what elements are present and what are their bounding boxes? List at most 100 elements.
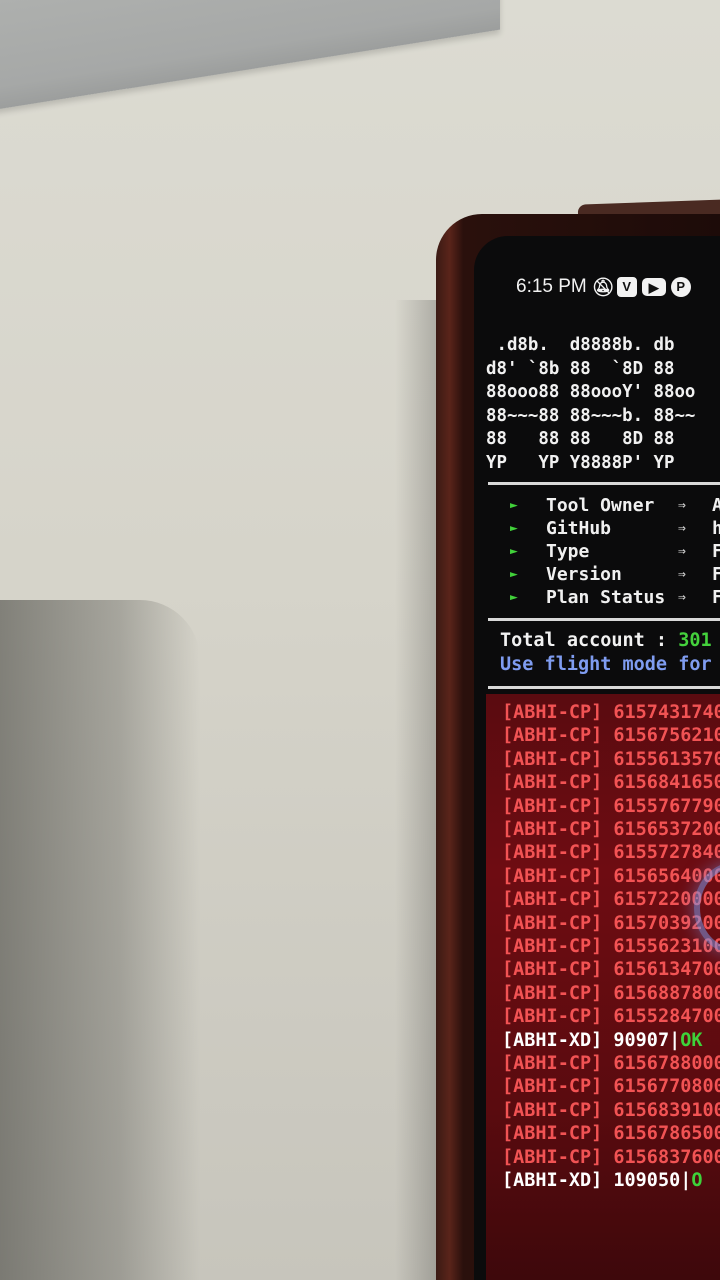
info-value: F bbox=[712, 564, 720, 585]
info-label: GitHub bbox=[546, 518, 612, 539]
log-separator: | bbox=[680, 1170, 692, 1191]
info-row: ► GitHub ⇒ h bbox=[510, 517, 720, 540]
log-tag: [ABHI-CP] bbox=[502, 1006, 614, 1028]
ascii-banner: .d8b. d8888b. db d8' `8b 88 `8D 88 88ooo… bbox=[486, 335, 696, 473]
arrow-icon: ► bbox=[510, 521, 518, 536]
total-count: 301 bbox=[678, 630, 712, 651]
log-line: [ABHI-CP] 6157220000 bbox=[502, 889, 720, 913]
info-label: Tool Owner bbox=[546, 495, 655, 516]
log-line: [ABHI-CP] 6155284700 bbox=[502, 1006, 720, 1030]
arrow-icon: ► bbox=[510, 567, 518, 582]
log-tag: [ABHI-CP] bbox=[502, 795, 614, 817]
log-id: 6156134700 bbox=[613, 959, 720, 981]
info-row: ► Tool Owner ⇒ A bbox=[510, 494, 720, 517]
total-account-line: Total account : 301 bbox=[500, 630, 712, 651]
log-line: [ABHI-CP] 6155623100 bbox=[502, 936, 720, 960]
cast-shadow bbox=[0, 600, 200, 1280]
log-id: 6156756210 bbox=[613, 725, 720, 747]
log-id: 6155613570 bbox=[613, 748, 720, 770]
v-app-icon: V bbox=[616, 277, 637, 297]
info-row: ► Type ⇒ F bbox=[510, 540, 720, 563]
log-ok-status: O bbox=[691, 1170, 703, 1191]
log-tag: [ABHI-CP] bbox=[502, 1123, 614, 1145]
log-line: [ABHI-CP] 6156839100 bbox=[502, 1100, 720, 1124]
log-line: [ABHI-XD] 90907|OK bbox=[502, 1030, 703, 1054]
log-tag: [ABHI-CP] bbox=[502, 725, 614, 747]
arrow-separator-icon: ⇒ bbox=[678, 567, 686, 582]
arrow-separator-icon: ⇒ bbox=[678, 590, 686, 605]
arrow-icon: ► bbox=[510, 498, 518, 513]
log-id: 109050 bbox=[613, 1170, 681, 1191]
log-line: [ABHI-CP] 6156841650 bbox=[502, 772, 720, 796]
log-line: [ABHI-CP] 6156837600 bbox=[502, 1147, 720, 1171]
log-line: [ABHI-CP] 6156537200 bbox=[502, 819, 720, 843]
log-line: [ABHI-XD] 109050|O bbox=[502, 1170, 703, 1194]
pinterest-icon: P bbox=[670, 277, 691, 297]
status-bar: 6:15 PM 🔕︎ V ▶ P bbox=[516, 274, 691, 300]
log-id: 6156839100 bbox=[613, 1099, 720, 1121]
status-time: 6:15 PM bbox=[516, 276, 587, 297]
flight-mode-hint: Use flight mode for bbox=[500, 654, 712, 675]
log-tag: [ABHI-CP] bbox=[502, 936, 614, 957]
log-tag: [ABHI-CP] bbox=[502, 1076, 614, 1098]
log-tag: [ABHI-CP] bbox=[502, 982, 614, 1004]
log-line: [ABHI-CP] 6156786500 bbox=[502, 1123, 720, 1147]
log-panel: [ABHI-CP] 6157431740 [ABHI-CP] 6156756210… bbox=[486, 694, 720, 1280]
arrow-separator-icon: ⇒ bbox=[678, 498, 686, 513]
arrow-icon: ► bbox=[510, 590, 518, 605]
log-ok-status: OK bbox=[680, 1029, 703, 1051]
log-tag: [ABHI-CP] bbox=[502, 1099, 614, 1121]
log-tag: [ABHI-CP] bbox=[502, 865, 614, 887]
info-label: Type bbox=[546, 541, 590, 562]
arrow-icon: ► bbox=[510, 544, 518, 559]
log-id: 6155284700 bbox=[613, 1006, 720, 1028]
info-row: ► Plan Status ⇒ F bbox=[510, 586, 720, 609]
log-id: 6156770800 bbox=[613, 1076, 720, 1098]
log-line: [ABHI-CP] 6155767790 bbox=[502, 796, 720, 820]
youtube-icon: ▶ bbox=[641, 278, 666, 296]
info-value: F bbox=[712, 587, 720, 608]
log-tag: [ABHI-CP] bbox=[502, 819, 614, 840]
log-tag: [ABHI-XD] bbox=[502, 1170, 614, 1191]
info-value: h bbox=[712, 518, 720, 539]
log-line: [ABHI-CP] 6156134700 bbox=[502, 959, 720, 983]
log-id: 6156537200 bbox=[613, 819, 720, 840]
log-id: 6155767790 bbox=[613, 795, 720, 817]
info-label: Plan Status bbox=[546, 587, 666, 608]
log-tag: [ABHI-CP] bbox=[502, 702, 614, 723]
log-line: [ABHI-CP] 6156770800 bbox=[502, 1076, 720, 1100]
log-tag: [ABHI-CP] bbox=[502, 748, 614, 770]
log-tag: [ABHI-CP] bbox=[502, 1053, 614, 1074]
log-id: 6155727840 bbox=[613, 842, 720, 864]
log-id: 6157431740 bbox=[613, 702, 720, 723]
log-tag: [ABHI-CP] bbox=[502, 772, 614, 794]
info-value: A bbox=[712, 495, 720, 516]
log-separator: | bbox=[669, 1029, 681, 1051]
log-id: 6156788000 bbox=[613, 1053, 720, 1074]
info-row: ► Version ⇒ F bbox=[510, 563, 720, 586]
log-line: [ABHI-CP] 6156564000 bbox=[502, 866, 720, 890]
bell-muted-icon: 🔕︎ bbox=[591, 277, 615, 297]
arrow-separator-icon: ⇒ bbox=[678, 544, 686, 559]
info-value: F bbox=[712, 541, 720, 562]
log-line: [ABHI-CP] 6155613570 bbox=[502, 749, 720, 773]
log-line: [ABHI-CP] 6157431740 bbox=[502, 702, 720, 726]
arrow-separator-icon: ⇒ bbox=[678, 521, 686, 536]
total-label: Total account : bbox=[500, 630, 679, 651]
log-line: [ABHI-CP] 6155727840 bbox=[502, 842, 720, 866]
log-line: [ABHI-CP] 6156788000 bbox=[502, 1053, 720, 1077]
log-id: 6156837600 bbox=[613, 1146, 720, 1168]
phone-screen: 6:15 PM 🔕︎ V ▶ P .d8b. d8888b. db d8' `8… bbox=[474, 236, 720, 1280]
log-id: 6156887800 bbox=[613, 982, 720, 1004]
log-tag: [ABHI-CP] bbox=[502, 959, 614, 981]
photo-scene: 6:15 PM 🔕︎ V ▶ P .d8b. d8888b. db d8' `8… bbox=[0, 0, 720, 1280]
log-tag: [ABHI-CP] bbox=[502, 912, 614, 934]
log-id: 6156786500 bbox=[613, 1123, 720, 1145]
log-tag: [ABHI-CP] bbox=[502, 842, 614, 864]
log-id: 6156841650 bbox=[613, 772, 720, 794]
log-line: [ABHI-CP] 6156756210 bbox=[502, 725, 720, 749]
log-tag: [ABHI-CP] bbox=[502, 889, 614, 911]
log-line: [ABHI-CP] 6156887800 bbox=[502, 983, 720, 1007]
log-id: 90907 bbox=[613, 1029, 670, 1051]
divider bbox=[488, 482, 720, 485]
